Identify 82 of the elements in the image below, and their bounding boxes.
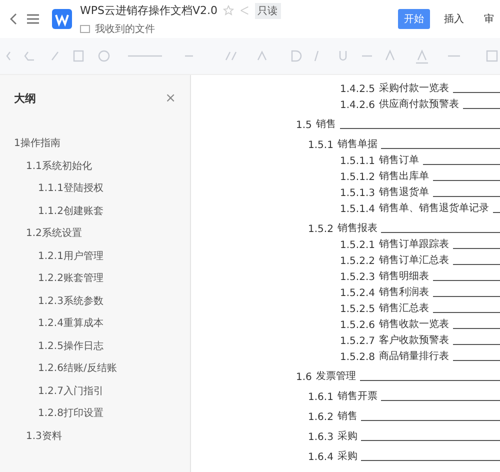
toc-number[interactable]: 1.5.2.5 (340, 304, 375, 315)
outline-item[interactable]: 1.3资料 (26, 428, 62, 443)
toc-number[interactable]: 1.6.1 (308, 392, 334, 403)
toc-number[interactable]: 1.5 (296, 120, 312, 131)
document-title: WPS云进销存操作文档V2.0 (80, 3, 218, 18)
outline-item[interactable]: 1.2.3系统参数 (38, 294, 104, 308)
toc-title[interactable]: 发票管理 (316, 369, 356, 383)
toc-number[interactable]: 1.5.2.7 (340, 336, 375, 347)
toc-number[interactable]: 1.5.2.1 (340, 240, 375, 251)
outline-item[interactable]: 1.2.1用户管理 (38, 248, 104, 263)
outline-item[interactable]: 1操作指南 (14, 136, 60, 150)
back-icon[interactable] (10, 13, 18, 25)
toc-title[interactable]: 采购 (337, 429, 358, 443)
outline-item[interactable]: 1.1系统初始化 (26, 158, 92, 173)
leader-line (453, 328, 500, 329)
toc-title[interactable]: 销售出库单 (379, 169, 429, 183)
toc-title[interactable]: 销售单据 (337, 137, 378, 151)
leader-line (493, 212, 500, 213)
outline-item[interactable]: 1.2.4重算成本 (38, 316, 104, 330)
toc-title[interactable]: 采购付款一览表 (379, 81, 449, 95)
toc-number[interactable]: 1.5.1.1 (340, 156, 375, 167)
toc-title[interactable]: 销售报表 (337, 221, 378, 235)
toc-title[interactable]: 销售明细表 (379, 269, 429, 283)
toc-number[interactable]: 1.5.2.8 (340, 352, 375, 363)
toc-title[interactable]: 销售单、销售退货单记录 (379, 201, 489, 215)
toc-title[interactable]: 销售汇总表 (379, 301, 429, 315)
folder-icon (80, 24, 90, 33)
toc-number[interactable]: 1.5.1 (308, 140, 334, 151)
menu-icon[interactable] (26, 13, 40, 25)
leader-line (433, 280, 500, 281)
file-location[interactable]: 我收到的文件 (95, 22, 155, 36)
toc-title[interactable]: 销售利润表 (379, 285, 429, 299)
toc-number[interactable]: 1.5.2.4 (340, 288, 375, 299)
ribbon-tab[interactable]: 审 (478, 9, 500, 29)
toc-title[interactable]: 供应商付款预警表 (379, 97, 459, 111)
toc-title[interactable]: 客户收款预警表 (379, 333, 449, 347)
toc-title[interactable]: 采购 (337, 449, 358, 463)
leader-line (433, 196, 500, 197)
outline-title: 大纲 (14, 91, 36, 106)
toc-title[interactable]: 销售 (316, 117, 336, 131)
toc-number[interactable]: 1.5.2.6 (340, 320, 375, 331)
toc-title[interactable]: 销售开票 (337, 389, 378, 403)
leader-line (453, 248, 500, 249)
toc-title[interactable]: 销售退货单 (379, 185, 429, 199)
toc-title[interactable]: 商品销量排行表 (379, 349, 449, 363)
outline-item[interactable]: 1.2.6结账/反结账 (38, 361, 117, 376)
leader-line (453, 264, 500, 265)
leader-line (433, 180, 500, 181)
leader-line (463, 108, 500, 109)
ribbon-tab[interactable]: 插入 (438, 9, 470, 29)
toc-title[interactable]: 销售订单 (379, 153, 419, 167)
toc-number[interactable]: 1.6.3 (308, 432, 334, 443)
toc-number[interactable]: 1.5.2.3 (340, 272, 375, 283)
toc-title[interactable]: 销售收款一览表 (379, 317, 449, 331)
leader-line (453, 92, 500, 93)
star-icon[interactable] (222, 5, 234, 16)
toc-number[interactable]: 1.4.2.6 (340, 100, 375, 111)
toc-number[interactable]: 1.4.2.5 (340, 84, 375, 95)
toc-number[interactable]: 1.5.1.2 (340, 172, 375, 183)
toc-number[interactable]: 1.5.2 (308, 224, 334, 235)
outline-item[interactable]: 1.2.8打印设置 (38, 406, 104, 420)
leader-line (453, 360, 500, 361)
toc-title[interactable]: 销售 (337, 409, 358, 423)
leader-line (433, 312, 500, 313)
toc-title[interactable]: 销售订单汇总表 (379, 253, 449, 267)
toc-number[interactable]: 1.5.1.4 (340, 204, 375, 215)
leader-line (453, 344, 500, 345)
outline-item[interactable]: 1.2.2账套管理 (38, 271, 104, 286)
read-only-badge: 只读 (254, 2, 281, 18)
outline-item[interactable]: 1.2.5操作日志 (38, 338, 104, 353)
toc-number[interactable]: 1.6.2 (308, 412, 334, 423)
outline-item[interactable]: 1.2系统设置 (26, 226, 82, 240)
outline-item[interactable]: 1.2.7入门指引 (38, 384, 104, 398)
outline-item[interactable]: 1.1.1登陆授权 (38, 181, 104, 196)
toc-number[interactable]: 1.5.1.3 (340, 188, 375, 199)
writer-logo-icon (52, 9, 72, 29)
toc-number[interactable]: 1.5.2.2 (340, 256, 375, 267)
toc-number[interactable]: 1.6 (296, 372, 312, 383)
toc-title[interactable]: 销售订单跟踪表 (379, 237, 449, 251)
toc-number[interactable]: 1.6.4 (308, 452, 334, 463)
outline-item[interactable]: 1.1.2创建账套 (38, 204, 104, 218)
leader-line (433, 296, 500, 297)
